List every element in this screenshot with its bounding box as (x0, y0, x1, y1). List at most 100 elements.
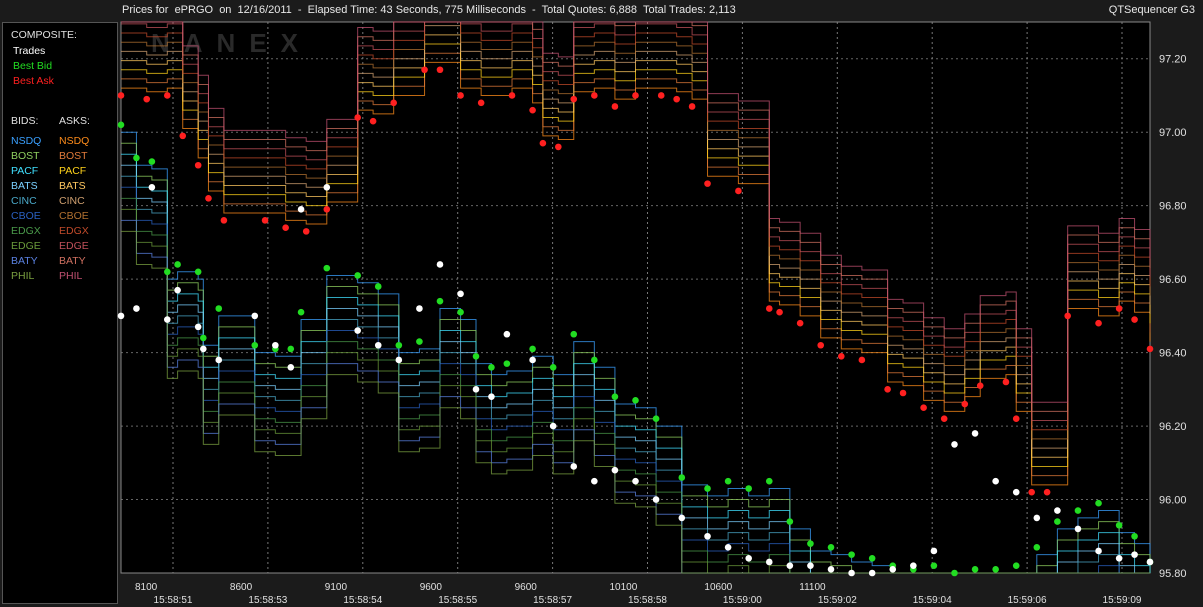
watermark: NANEX (151, 28, 312, 58)
trades-point (570, 463, 578, 470)
x-tick-time: 15:58:55 (438, 595, 477, 606)
trades-point (1074, 525, 1082, 533)
trades-point (652, 496, 660, 503)
trades-point (765, 558, 773, 566)
trades-point (1115, 555, 1123, 562)
trades-point (724, 543, 732, 551)
best-ask-point (354, 114, 361, 121)
best-ask-point (1043, 488, 1051, 496)
trades-point (827, 566, 835, 573)
trades-point (889, 566, 897, 573)
trades-point (416, 305, 423, 312)
best-ask-point (961, 400, 969, 408)
best-ask-point (421, 66, 428, 74)
x-tick-time: 15:58:58 (628, 595, 667, 606)
trades-point (992, 477, 999, 485)
trades-point (745, 555, 752, 562)
best-bid-point (529, 345, 536, 353)
best-bid-point (436, 297, 444, 305)
trades-point (133, 305, 140, 312)
best-bid-point (1074, 507, 1082, 514)
best-bid-point (786, 518, 794, 525)
best-bid-point (287, 345, 295, 353)
best-ask-point (899, 389, 907, 397)
best-ask-point (205, 195, 212, 202)
best-ask-point (529, 106, 536, 114)
trades-point (1095, 547, 1102, 555)
trades-point (786, 562, 794, 569)
best-bid-point (117, 121, 125, 129)
best-ask-point (858, 356, 866, 364)
best-ask-point (735, 187, 742, 195)
best-ask-point (508, 92, 516, 99)
best-ask-point (220, 217, 228, 224)
trades-point (591, 477, 598, 485)
trades-point (354, 327, 361, 334)
best-ask-point (1095, 319, 1102, 327)
best-ask-point (776, 308, 783, 316)
best-ask-point (436, 66, 444, 74)
trades-point (117, 312, 125, 320)
trades-point (174, 286, 181, 294)
best-ask-point (179, 132, 187, 140)
best-bid-point (148, 158, 156, 165)
y-tick-label: 97.20 (1159, 54, 1187, 66)
trades-point (930, 547, 938, 555)
best-ask-point (838, 352, 845, 360)
best-bid-point (215, 305, 223, 312)
best-bid-point (971, 566, 979, 573)
best-ask-point (796, 319, 804, 327)
best-bid-point (807, 540, 814, 547)
trades-point (951, 441, 958, 448)
best-ask-point (390, 99, 397, 107)
best-bid-point (652, 415, 660, 423)
trades-point (971, 430, 979, 437)
best-ask-point (817, 341, 825, 349)
best-ask-point (884, 386, 891, 393)
x-tick-seq: 9600 (515, 582, 538, 593)
best-ask-point (1012, 415, 1020, 423)
best-bid-point (1012, 562, 1020, 569)
trades-point (807, 562, 814, 569)
best-ask-point (1028, 488, 1035, 496)
trades-point (472, 386, 480, 393)
best-ask-point (194, 161, 202, 169)
best-ask-point (477, 99, 485, 107)
best-bid-point (745, 485, 752, 492)
best-bid-point (472, 352, 480, 360)
best-ask-point (920, 404, 927, 412)
best-bid-point (1131, 532, 1138, 540)
x-tick-time: 15:59:06 (1008, 595, 1047, 606)
x-tick-time: 15:58:51 (154, 595, 193, 606)
x-tick-seq: 8600 (230, 582, 253, 593)
trades-point (323, 184, 331, 191)
x-tick-seq: 9600 (420, 582, 443, 593)
x-tick-time: 15:58:57 (533, 595, 572, 606)
trades-point (148, 184, 156, 191)
best-ask-point (611, 103, 619, 110)
trades-point (678, 514, 686, 522)
trades-point (549, 422, 557, 430)
best-ask-point (369, 117, 377, 125)
trades-point (457, 290, 464, 298)
best-bid-point (992, 566, 999, 573)
trades-point (1012, 488, 1020, 496)
x-tick-seq: 8100 (135, 582, 158, 593)
best-ask-point (117, 92, 125, 99)
best-ask-point (976, 382, 984, 389)
best-ask-point (539, 139, 547, 147)
trades-point (848, 569, 855, 577)
best-bid-point (503, 360, 511, 367)
best-ask-point (704, 180, 711, 187)
trades-point (488, 393, 495, 400)
best-ask-point (1146, 345, 1154, 353)
best-bid-point (297, 308, 305, 316)
best-bid-point (724, 477, 732, 485)
y-tick-label: 96.60 (1159, 274, 1187, 286)
best-bid-point (1095, 499, 1102, 507)
x-tick-time: 15:58:53 (248, 595, 287, 606)
best-bid-point (323, 264, 331, 272)
y-tick-label: 95.80 (1159, 568, 1187, 580)
x-tick-seq: 10100 (610, 582, 638, 593)
best-bid-point (1115, 521, 1123, 529)
